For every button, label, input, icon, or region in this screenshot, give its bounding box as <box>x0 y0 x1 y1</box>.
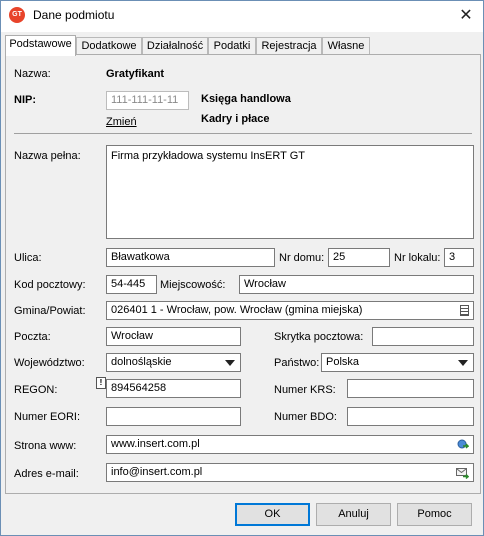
ulica-input[interactable]: Bławatkowa <box>106 248 275 267</box>
regon-input[interactable]: 894564258 <box>106 379 241 398</box>
eori-input[interactable] <box>106 407 241 426</box>
tab-panel: Nazwa: Gratyfikant NIP: 111-111-11-11 Zm… <box>5 54 481 494</box>
window-title: Dane podmiotu <box>33 8 115 22</box>
strona-www-label: Strona www: <box>14 440 77 452</box>
ok-button[interactable]: OK <box>235 503 310 526</box>
close-icon[interactable]: ✕ <box>453 5 479 27</box>
regon-label: REGON: <box>14 384 58 396</box>
wojewodztwo-select[interactable]: dolnośląskie <box>106 353 241 372</box>
nazwa-label: Nazwa: <box>14 68 51 80</box>
kadry-place-text: Kadry i płace <box>201 113 270 125</box>
skrytka-pocztowa-label: Skrytka pocztowa: <box>274 331 364 343</box>
list-picker-icon[interactable] <box>460 305 469 316</box>
help-button[interactable]: Pomoc <box>397 503 472 526</box>
bdo-label: Numer BDO: <box>274 411 337 423</box>
email-input[interactable]: info@insert.com.pl <box>106 463 474 482</box>
cancel-button[interactable]: Anuluj <box>316 503 391 526</box>
gmina-powiat-label: Gmina/Powiat: <box>14 305 86 317</box>
tab-rejestracja[interactable]: Rejestracja <box>256 37 322 55</box>
separator <box>14 133 472 134</box>
ulica-label: Ulica: <box>14 252 42 264</box>
zmien-link[interactable]: Zmień <box>106 116 137 128</box>
tab-podstawowe[interactable]: Podstawowe <box>5 35 76 56</box>
app-logo-icon: GT <box>9 7 25 23</box>
title-bar: GT Dane podmiotu ✕ <box>1 1 483 32</box>
bdo-input[interactable] <box>347 407 474 426</box>
nr-domu-label: Nr domu: <box>279 252 325 264</box>
send-email-icon[interactable] <box>456 467 469 479</box>
wojewodztwo-value: dolnośląskie <box>111 356 172 368</box>
poczta-label: Poczta: <box>14 331 51 343</box>
open-website-icon[interactable] <box>457 439 469 451</box>
nr-domu-input[interactable]: 25 <box>328 248 390 267</box>
panstwo-value: Polska <box>326 356 360 368</box>
nr-lokalu-label: Nr lokalu: <box>394 252 441 264</box>
nazwa-value: Gratyfikant <box>106 68 165 80</box>
gmina-powiat-input[interactable]: 026401 1 - Wrocław, pow. Wrocław (gmina … <box>106 301 474 320</box>
nazwa-pelna-label: Nazwa pełna: <box>14 150 81 162</box>
miejscowosc-input[interactable]: Wrocław <box>239 275 474 294</box>
tab-dzialalnosc[interactable]: Działalność <box>142 37 208 55</box>
nr-lokalu-input[interactable]: 3 <box>444 248 474 267</box>
gmina-powiat-value: 026401 1 - Wrocław, pow. Wrocław (gmina … <box>111 304 363 316</box>
panstwo-select[interactable]: Polska <box>321 353 474 372</box>
eori-label: Numer EORI: <box>14 411 81 423</box>
tab-podatki[interactable]: Podatki <box>208 37 256 55</box>
strona-www-input[interactable]: www.insert.com.pl <box>106 435 474 454</box>
warning-icon: ! <box>96 377 106 389</box>
nip-input[interactable]: 111-111-11-11 <box>106 91 189 110</box>
krs-label: Numer KRS: <box>274 384 336 396</box>
email-label: Adres e-mail: <box>14 468 79 480</box>
chevron-down-icon <box>225 360 235 366</box>
tab-dodatkowe[interactable]: Dodatkowe <box>76 37 142 55</box>
strona-www-value: www.insert.com.pl <box>111 438 200 450</box>
krs-input[interactable] <box>347 379 474 398</box>
chevron-down-icon <box>458 360 468 366</box>
panstwo-label: Państwo: <box>274 357 320 369</box>
skrytka-pocztowa-input[interactable] <box>372 327 474 346</box>
nip-label: NIP: <box>14 94 36 106</box>
kod-pocztowy-input[interactable]: 54-445 <box>106 275 157 294</box>
wojewodztwo-label: Województwo: <box>14 357 85 369</box>
tab-wlasne[interactable]: Własne <box>322 37 370 55</box>
email-value: info@insert.com.pl <box>111 466 203 478</box>
nazwa-pelna-textarea[interactable]: Firma przykładowa systemu InsERT GT <box>106 145 474 239</box>
kod-pocztowy-label: Kod pocztowy: <box>14 279 86 291</box>
poczta-input[interactable]: Wrocław <box>106 327 241 346</box>
ksiega-handlowa-text: Księga handlowa <box>201 93 291 105</box>
miejscowosc-label: Miejscowość: <box>160 279 226 291</box>
dialog-window: GT Dane podmiotu ✕ Podstawowe Dodatkowe … <box>0 0 484 536</box>
